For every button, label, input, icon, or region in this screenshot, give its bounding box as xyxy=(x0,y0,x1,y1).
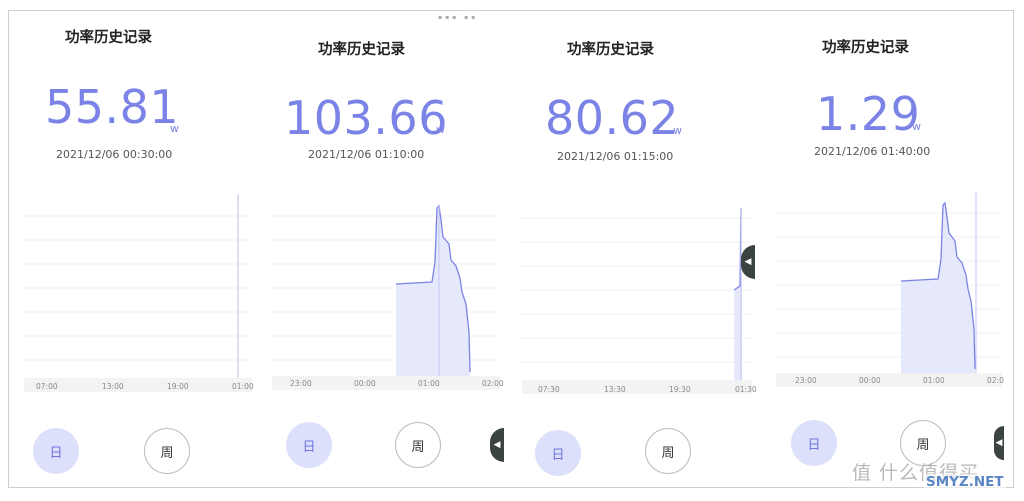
x-tick: 01:00 xyxy=(232,382,254,391)
x-tick: 13:00 xyxy=(102,382,124,391)
panel-title: 功率历史记录 xyxy=(65,30,152,46)
x-tick: 02:0 xyxy=(987,376,1004,385)
power-unit: w xyxy=(673,124,682,137)
power-chart[interactable] xyxy=(22,192,254,394)
x-tick: 23:00 xyxy=(290,379,312,388)
power-chart[interactable] xyxy=(774,189,1004,389)
week-view-button[interactable]: 周 xyxy=(645,428,691,474)
power-unit: w xyxy=(912,120,921,133)
power-value: 55.81 xyxy=(45,80,180,134)
x-tick: 01:30 xyxy=(735,385,757,394)
day-view-button[interactable]: 日 xyxy=(791,420,837,466)
x-tick: 01:00 xyxy=(923,376,945,385)
power-value: 1.29 xyxy=(816,87,921,141)
x-tick: 00:00 xyxy=(354,379,376,388)
collapse-handle[interactable]: ◀ xyxy=(994,426,1004,460)
power-value: 80.62 xyxy=(545,91,680,145)
reading-timestamp: 2021/12/06 01:10:00 xyxy=(308,148,425,161)
chevron-left-icon: ◀ xyxy=(995,438,1003,448)
power-chart[interactable] xyxy=(520,194,754,396)
day-view-button[interactable]: 日 xyxy=(33,428,79,474)
chevron-left-icon: ◀ xyxy=(493,440,501,450)
chevron-left-icon: ◀ xyxy=(744,257,752,267)
x-tick: 00:00 xyxy=(859,376,881,385)
panel-title: 功率历史记录 xyxy=(822,40,909,56)
x-tick: 07:30 xyxy=(538,385,560,394)
x-tick: 19:30 xyxy=(669,385,691,394)
x-tick: 23:00 xyxy=(795,376,817,385)
week-view-button[interactable]: 周 xyxy=(144,428,190,474)
day-view-button[interactable]: 日 xyxy=(286,422,332,468)
x-tick: 07:00 xyxy=(36,382,58,391)
panel-title: 功率历史记录 xyxy=(567,42,654,58)
week-view-button[interactable]: 周 xyxy=(395,422,441,468)
power-value: 103.66 xyxy=(284,91,448,145)
power-unit: w xyxy=(170,122,179,135)
reading-timestamp: 2021/12/06 01:40:00 xyxy=(814,145,931,158)
power-chart[interactable] xyxy=(270,192,502,392)
reading-timestamp: 2021/12/06 01:15:00 xyxy=(557,150,674,163)
panel-title: 功率历史记录 xyxy=(318,42,405,58)
day-view-button[interactable]: 日 xyxy=(535,430,581,476)
status-bar-fragment: ▪▪▪ ▪▪ xyxy=(438,14,479,21)
x-tick: 02:00 xyxy=(482,379,504,388)
watermark-site: SMYZ.NET xyxy=(924,474,1006,490)
power-unit: w xyxy=(436,123,445,136)
x-tick: 19:00 xyxy=(167,382,189,391)
reading-timestamp: 2021/12/06 00:30:00 xyxy=(56,148,173,161)
x-tick: 01:00 xyxy=(418,379,440,388)
x-tick: 13:30 xyxy=(604,385,626,394)
